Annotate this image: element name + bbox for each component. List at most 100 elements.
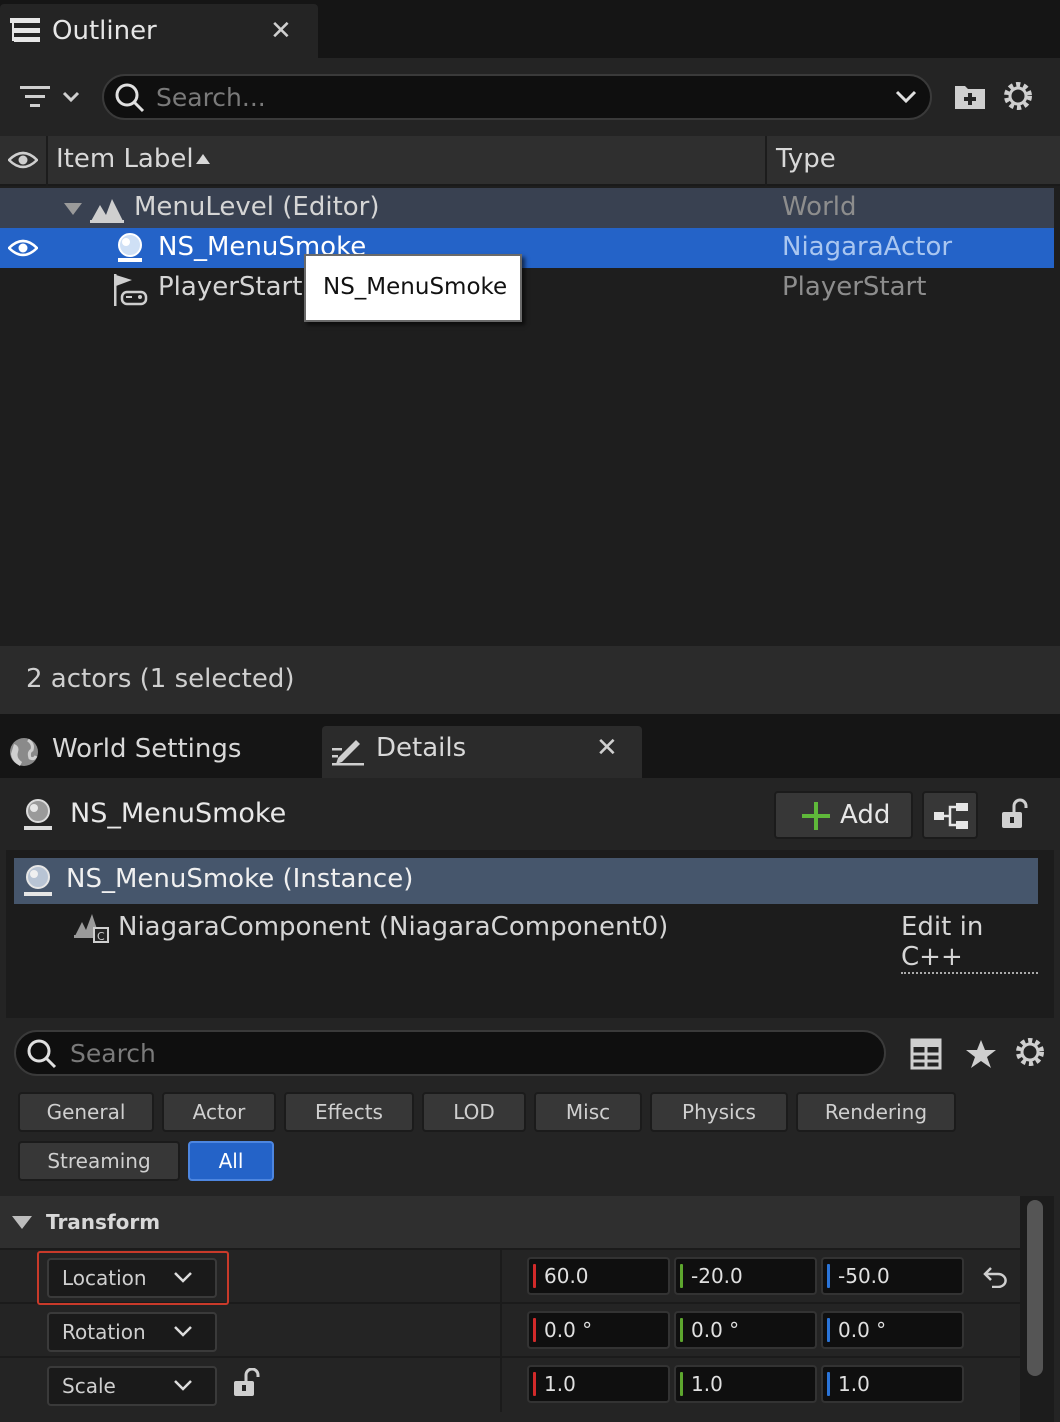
category-streaming[interactable]: Streaming (18, 1141, 180, 1181)
player-start-icon (112, 274, 148, 306)
scrollbar-thumb[interactable] (1027, 1200, 1043, 1376)
category-actor[interactable]: Actor (162, 1092, 276, 1132)
close-icon[interactable]: ✕ (270, 16, 292, 46)
reset-arrow-icon[interactable] (982, 1266, 1008, 1288)
sort-ascending-icon[interactable] (196, 154, 210, 164)
tree-row-type: World (782, 192, 857, 222)
tab-world-settings[interactable]: World Settings (0, 728, 318, 778)
rotation-y-value: 0.0 ° (691, 1318, 740, 1342)
outliner-status-bar: 2 actors (1 selected) (0, 646, 1060, 714)
add-button-label: Add (840, 800, 891, 830)
chevron-down-icon (173, 1324, 193, 1338)
category-physics[interactable]: Physics (650, 1092, 788, 1132)
property-row-rotation: Rotation 0.0 ° 0.0 ° 0.0 ° (0, 1302, 1020, 1358)
column-divider (500, 1304, 502, 1358)
column-divider (46, 136, 48, 186)
details-search-box[interactable] (14, 1030, 886, 1076)
location-y-field[interactable]: -20.0 (674, 1257, 817, 1295)
component-label: NiagaraComponent (NiagaraComponent0) (118, 912, 669, 942)
tree-row-type: PlayerStart (782, 272, 927, 302)
outliner-icon (10, 16, 40, 46)
outliner-search-box[interactable] (102, 74, 932, 120)
niagara-actor-icon (22, 798, 54, 832)
rotation-x-value: 0.0 ° (544, 1318, 593, 1342)
component-row-niagara[interactable]: C NiagaraComponent (NiagaraComponent0) E… (14, 906, 1038, 974)
column-type[interactable]: Type (776, 144, 836, 174)
column-item-label[interactable]: Item Label (56, 144, 194, 174)
details-search-input[interactable] (70, 1036, 830, 1070)
outliner-toolbar (0, 58, 1060, 136)
scale-z-value: 1.0 (838, 1372, 870, 1396)
scale-dropdown[interactable]: Scale (47, 1366, 217, 1406)
rotation-y-field[interactable]: 0.0 ° (674, 1311, 817, 1349)
unlock-icon[interactable] (1000, 798, 1030, 830)
transform-section-header[interactable]: Transform (0, 1196, 1020, 1248)
filter-icon[interactable] (20, 84, 82, 112)
category-all[interactable]: All (188, 1141, 274, 1181)
plus-icon (802, 802, 830, 830)
edit-in-cpp-link[interactable]: Edit in C++ (901, 912, 1038, 974)
location-z-value: -50.0 (838, 1264, 890, 1288)
blueprint-hierarchy-icon (934, 803, 968, 829)
search-icon (26, 1038, 58, 1070)
selected-actor-name: NS_MenuSmoke (70, 798, 287, 829)
tab-outliner[interactable]: Outliner ✕ (0, 4, 318, 58)
location-x-field[interactable]: 60.0 (527, 1257, 670, 1295)
category-misc[interactable]: Misc (534, 1092, 642, 1132)
tree-row-ns-menusmoke[interactable]: NS_MenuSmoke NiagaraActor (0, 228, 1054, 268)
location-x-value: 60.0 (544, 1264, 589, 1288)
pencil-icon (332, 736, 364, 766)
chevron-down-icon[interactable] (894, 88, 918, 106)
svg-text:C: C (97, 930, 105, 943)
scale-y-value: 1.0 (691, 1372, 723, 1396)
column-divider[interactable] (765, 136, 767, 186)
level-icon (90, 197, 124, 223)
rotation-x-field[interactable]: 0.0 ° (527, 1311, 670, 1349)
scale-z-field[interactable]: 1.0 (821, 1365, 964, 1403)
location-z-field[interactable]: -50.0 (821, 1257, 964, 1295)
chevron-down-icon (173, 1378, 193, 1392)
details-scrollbar[interactable] (1020, 1196, 1054, 1422)
convert-to-blueprint-button[interactable] (922, 791, 978, 839)
scale-y-field[interactable]: 1.0 (674, 1365, 817, 1403)
tree-row-label: PlayerStart (158, 272, 303, 302)
gear-icon[interactable] (1014, 1036, 1046, 1068)
category-lod[interactable]: LOD (422, 1092, 526, 1132)
globe-icon (8, 736, 40, 768)
tree-row-type: NiagaraActor (782, 232, 953, 262)
search-icon (114, 82, 146, 114)
rotation-label: Rotation (62, 1320, 146, 1344)
add-component-button[interactable]: Add (774, 791, 913, 839)
star-icon[interactable] (965, 1038, 997, 1070)
transform-title: Transform (46, 1210, 161, 1234)
outliner-column-header: Item Label Type (0, 136, 1060, 186)
scale-x-field[interactable]: 1.0 (527, 1365, 670, 1403)
unlock-icon[interactable] (232, 1368, 262, 1398)
gear-icon[interactable] (1002, 80, 1034, 112)
niagara-component-icon: C (74, 912, 110, 944)
visibility-eye-icon[interactable] (8, 236, 38, 260)
tab-details[interactable]: Details ✕ (322, 726, 642, 778)
niagara-actor-icon (114, 232, 146, 264)
visibility-eye-icon[interactable] (8, 148, 38, 172)
collapse-triangle-icon[interactable] (64, 203, 82, 215)
outliner-search-input[interactable] (156, 80, 856, 114)
add-folder-icon[interactable] (954, 82, 986, 110)
close-icon[interactable]: ✕ (596, 733, 618, 763)
tree-row-playerstart[interactable]: PlayerStart PlayerStart (0, 268, 1054, 308)
category-rendering[interactable]: Rendering (796, 1092, 956, 1132)
outliner-tab-bar: Outliner ✕ (0, 0, 1060, 58)
category-general[interactable]: General (18, 1092, 154, 1132)
column-divider (500, 1250, 502, 1304)
tree-row-menulevel[interactable]: MenuLevel (Editor) World (0, 188, 1054, 228)
components-tree: NS_MenuSmoke (Instance) C NiagaraCompone… (6, 850, 1054, 1018)
category-effects[interactable]: Effects (284, 1092, 414, 1132)
rotation-z-field[interactable]: 0.0 ° (821, 1311, 964, 1349)
scale-label: Scale (62, 1374, 116, 1398)
rotation-dropdown[interactable]: Rotation (47, 1312, 217, 1352)
property-matrix-icon[interactable] (910, 1038, 942, 1070)
column-divider (500, 1358, 502, 1412)
component-row-instance[interactable]: NS_MenuSmoke (Instance) (14, 858, 1038, 904)
rotation-z-value: 0.0 ° (838, 1318, 887, 1342)
collapse-triangle-icon[interactable] (12, 1216, 32, 1229)
